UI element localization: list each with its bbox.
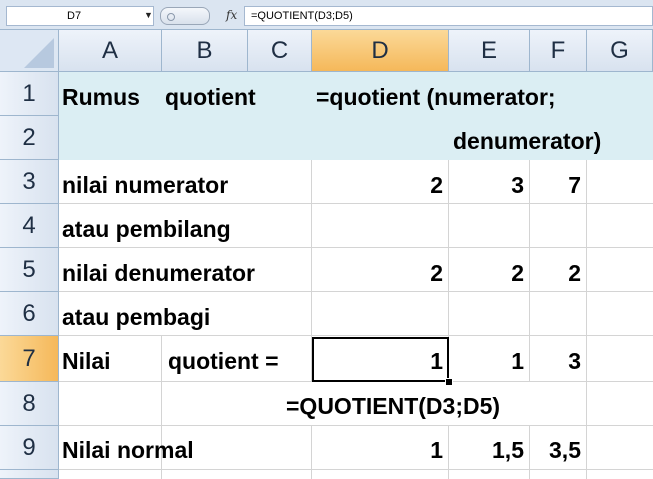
column-header-b[interactable]: B: [162, 30, 248, 72]
column-header-g[interactable]: G: [587, 30, 653, 72]
row-header-10[interactable]: [0, 470, 59, 479]
cell-f7[interactable]: 3: [530, 348, 581, 375]
row-header-7[interactable]: 7: [0, 336, 59, 382]
cell-a4[interactable]: atau pembilang: [62, 216, 231, 243]
gridline: [59, 425, 653, 426]
column-header-c[interactable]: C: [248, 30, 312, 72]
gridline: [59, 291, 653, 292]
gridline: [59, 469, 653, 470]
fill-handle[interactable]: [445, 378, 453, 386]
cell-d1[interactable]: =quotient (numerator;: [316, 84, 556, 111]
cell-b7[interactable]: quotient =: [168, 348, 279, 375]
grip-icon: [167, 13, 175, 21]
cell-e3[interactable]: 3: [449, 172, 524, 199]
select-all-triangle-icon: [24, 38, 54, 68]
row-header-5[interactable]: 5: [0, 248, 59, 292]
cell-a5[interactable]: nilai denumerator: [62, 260, 255, 287]
active-cell-border: [312, 337, 449, 382]
row-header-2[interactable]: 2: [0, 116, 59, 160]
cell-e5[interactable]: 2: [449, 260, 524, 287]
cell-a3[interactable]: nilai numerator: [62, 172, 228, 199]
cell-b1[interactable]: quotient: [165, 84, 256, 111]
cell-d9[interactable]: 1: [312, 437, 443, 464]
name-box[interactable]: D7: [6, 6, 154, 26]
cell-d3[interactable]: 2: [312, 172, 443, 199]
cell-a7[interactable]: Nilai: [62, 348, 111, 375]
row-header-8[interactable]: 8: [0, 382, 59, 426]
row-header-3[interactable]: 3: [0, 160, 59, 204]
cell-e7[interactable]: 1: [449, 348, 524, 375]
cell-a1[interactable]: Rumus: [62, 84, 140, 111]
formula-input[interactable]: =QUOTIENT(D3;D5): [244, 6, 653, 26]
gridline: [59, 247, 653, 248]
insert-function-icon[interactable]: fx: [226, 8, 237, 22]
row-header-1[interactable]: 1: [0, 72, 59, 116]
formula-bar: D7 ▼ fx =QUOTIENT(D3;D5): [0, 0, 653, 30]
row-header-6[interactable]: 6: [0, 292, 59, 336]
column-header-f[interactable]: F: [530, 30, 587, 72]
gridline: [586, 160, 587, 479]
cell-f9[interactable]: 3,5: [530, 437, 581, 464]
cell-e9[interactable]: 1,5: [449, 437, 524, 464]
formula-bar-resize-handle[interactable]: [160, 7, 210, 25]
cell-a9[interactable]: Nilai normal: [62, 437, 194, 464]
row-header-4[interactable]: 4: [0, 204, 59, 248]
chevron-down-icon[interactable]: ▼: [144, 10, 153, 20]
gridline: [59, 335, 653, 336]
cell-c8[interactable]: =QUOTIENT(D3;D5): [286, 393, 500, 420]
cell-f3[interactable]: 7: [530, 172, 581, 199]
column-header-e[interactable]: E: [449, 30, 530, 72]
column-header-d[interactable]: D: [312, 30, 449, 72]
gridline: [161, 336, 162, 426]
cell-f5[interactable]: 2: [530, 260, 581, 287]
cell-e2[interactable]: denumerator): [453, 128, 601, 155]
column-header-a[interactable]: A: [59, 30, 162, 72]
cell-a6[interactable]: atau pembagi: [62, 304, 210, 331]
gridline: [59, 203, 653, 204]
row-header-9[interactable]: 9: [0, 426, 59, 470]
cell-d5[interactable]: 2: [312, 260, 443, 287]
